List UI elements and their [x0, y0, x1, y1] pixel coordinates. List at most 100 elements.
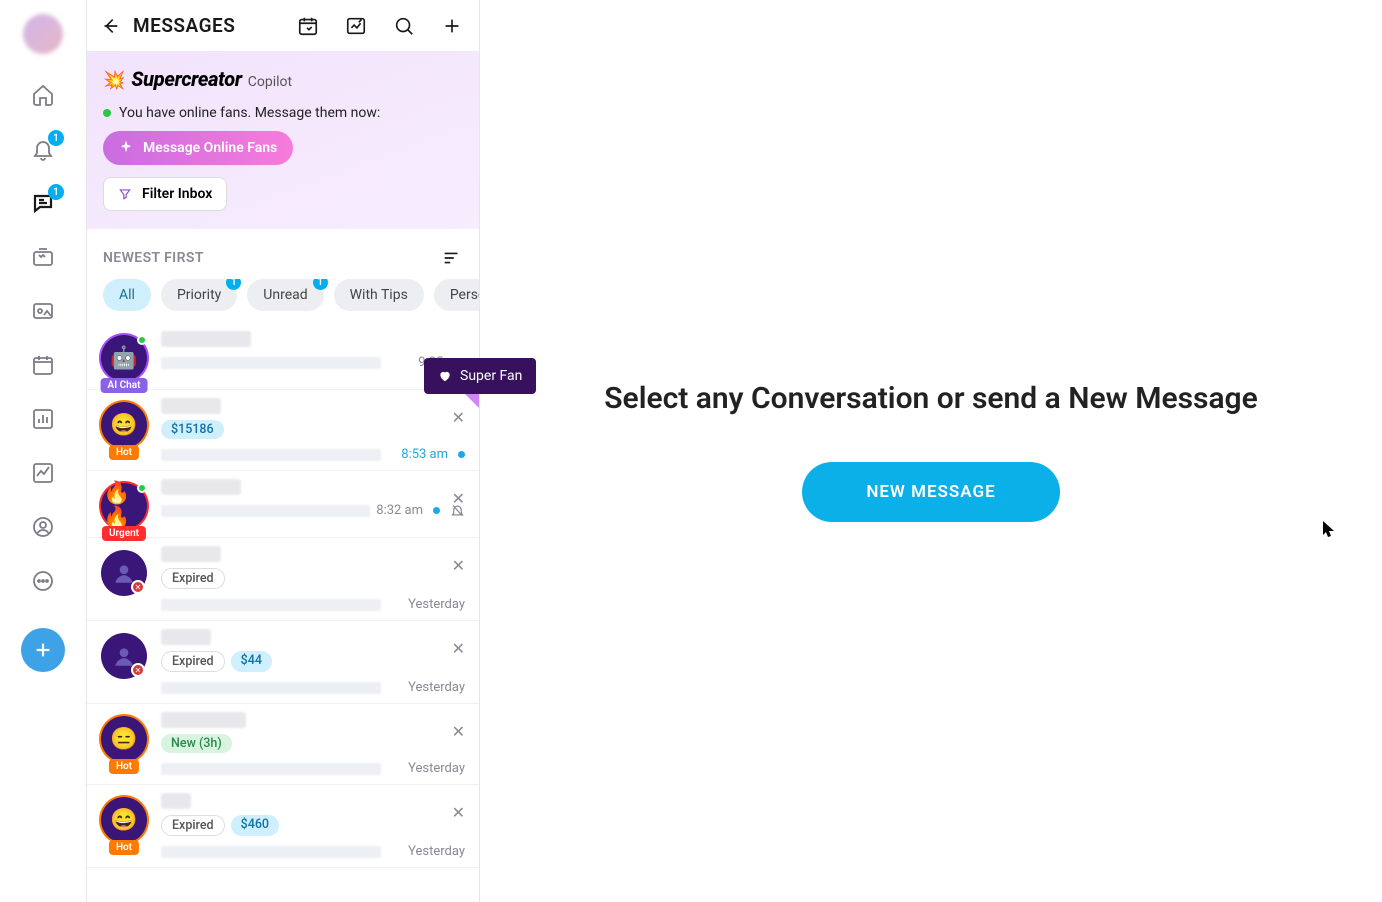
- sort-label: NEWEST FIRST: [103, 250, 204, 266]
- message-preview: [161, 846, 381, 858]
- user-avatar[interactable]: [23, 14, 63, 54]
- new-post-button[interactable]: [21, 628, 65, 672]
- stats-icon[interactable]: [30, 406, 56, 432]
- pill-all[interactable]: All: [103, 279, 151, 311]
- sort-icon[interactable]: [441, 247, 463, 269]
- filter-inbox-label: Filter Inbox: [142, 186, 212, 202]
- filter-inbox-button[interactable]: Filter Inbox: [103, 177, 227, 211]
- dismiss-icon[interactable]: ✕: [452, 803, 465, 822]
- profile-icon[interactable]: [30, 514, 56, 540]
- conversation-time: 8:53 am: [401, 447, 448, 462]
- avatar-status-label: Hot: [109, 759, 139, 774]
- message-preview: [161, 599, 381, 611]
- message-preview: [161, 449, 381, 461]
- conversation-avatar: 🤖AI Chat: [101, 335, 147, 381]
- schedule-icon[interactable]: [297, 15, 319, 37]
- main-content: Select any Conversation or send a New Me…: [480, 0, 1382, 902]
- calendar-icon[interactable]: [30, 352, 56, 378]
- pill-unread[interactable]: Unread 1: [247, 279, 323, 311]
- page-title: MESSAGES: [133, 14, 235, 37]
- chip: New (3h): [161, 734, 232, 753]
- search-icon[interactable]: [393, 15, 415, 37]
- media-icon[interactable]: [345, 15, 367, 37]
- chip: $15186: [161, 420, 224, 439]
- conversation-row[interactable]: ✕Expired$44Yesterday✕: [87, 621, 479, 704]
- conversation-name: [161, 479, 241, 495]
- pill-with-tips[interactable]: With Tips: [334, 279, 424, 311]
- message-online-fans-label: Message Online Fans: [143, 140, 277, 156]
- message-preview: [161, 763, 381, 775]
- conversation-row[interactable]: 😑Hot New (3h) Yesterday ✕: [87, 704, 479, 785]
- filter-pills: All Priority 1 Unread 1 With Tips Person…: [87, 279, 479, 323]
- dismiss-icon[interactable]: ✕: [452, 489, 465, 508]
- conversation-row[interactable]: 😄HotExpired$460Yesterday✕: [87, 785, 479, 868]
- conversation-avatar: 😄Hot: [101, 797, 147, 843]
- conversation-row[interactable]: 😄Hot$151868:53 am✕: [87, 390, 479, 471]
- brand-subtitle: Copilot: [248, 74, 292, 90]
- new-message-button[interactable]: NEW MESSAGE: [802, 462, 1059, 522]
- left-nav-rail: 1 1: [0, 0, 86, 902]
- conversation-time: Yesterday: [408, 761, 465, 776]
- message-online-fans-button[interactable]: Message Online Fans: [103, 131, 293, 165]
- conversation-name: [161, 793, 191, 809]
- avatar-status-label: Hot: [109, 445, 139, 460]
- conversation-row[interactable]: 🤖AI Chat9:05 am: [87, 323, 479, 390]
- priority-badge: 1: [226, 279, 241, 290]
- message-preview: [161, 505, 370, 517]
- dismiss-icon[interactable]: ✕: [452, 639, 465, 658]
- conversation-name: [161, 546, 221, 562]
- conversation-time: Yesterday: [408, 680, 465, 695]
- messages-icon[interactable]: 1: [30, 190, 56, 216]
- conversation-name: [161, 629, 211, 645]
- conversation-time: Yesterday: [408, 844, 465, 859]
- dismiss-icon[interactable]: ✕: [452, 556, 465, 575]
- chip: Expired: [161, 568, 225, 589]
- messages-badge: 1: [48, 184, 64, 200]
- dismiss-icon[interactable]: ✕: [452, 408, 465, 427]
- online-dot-icon: [103, 109, 111, 117]
- unread-dot-icon: [458, 451, 465, 458]
- compose-icon[interactable]: [441, 15, 463, 37]
- messages-header: MESSAGES: [87, 0, 479, 51]
- collections-icon[interactable]: [30, 244, 56, 270]
- online-fans-text: You have online fans. Message them now:: [119, 105, 380, 121]
- back-icon[interactable]: [99, 15, 121, 37]
- conversation-time: 8:32 am: [376, 503, 423, 518]
- dismiss-icon[interactable]: ✕: [452, 722, 465, 741]
- empty-state-title: Select any Conversation or send a New Me…: [604, 381, 1258, 416]
- vault-icon[interactable]: [30, 298, 56, 324]
- conversation-row[interactable]: ✕ Expired Yesterday ✕: [87, 538, 479, 621]
- conversation-row[interactable]: 🔥🔥Urgent 8:32 am ✕: [87, 471, 479, 538]
- conversation-avatar: 😑Hot: [101, 716, 147, 762]
- messages-panel: MESSAGES 💥 Supercreator Copilot You have…: [86, 0, 480, 902]
- conversation-time: Yesterday: [408, 597, 465, 612]
- brand-name: Supercreator: [131, 67, 241, 91]
- conversation-name: [161, 331, 251, 347]
- online-fans-notice: You have online fans. Message them now:: [103, 105, 463, 121]
- cursor-icon: [1322, 520, 1336, 538]
- chip: $44: [231, 651, 272, 672]
- home-icon[interactable]: [30, 82, 56, 108]
- conversation-name: [161, 398, 221, 414]
- pill-personalized[interactable]: Personalized: [434, 279, 479, 311]
- online-indicator-icon: [137, 483, 147, 493]
- avatar-status-label: Hot: [109, 840, 139, 855]
- notifications-icon[interactable]: 1: [30, 136, 56, 162]
- sort-row: NEWEST FIRST: [87, 229, 479, 279]
- conversation-avatar: 🔥🔥Urgent: [101, 483, 147, 529]
- more-icon[interactable]: [30, 568, 56, 594]
- copilot-brand: 💥 Supercreator Copilot: [103, 67, 463, 91]
- online-indicator-icon: [137, 335, 147, 345]
- message-preview: [161, 357, 381, 369]
- expired-badge-icon: ✕: [131, 580, 145, 594]
- unread-dot-icon: [433, 507, 440, 514]
- superfan-label: Super Fan: [460, 368, 522, 384]
- unread-badge: 1: [313, 279, 328, 290]
- insights-icon[interactable]: [30, 460, 56, 486]
- conversation-name: [161, 712, 246, 728]
- expired-badge-icon: ✕: [131, 663, 145, 677]
- copilot-panel: 💥 Supercreator Copilot You have online f…: [87, 51, 479, 229]
- conversation-list[interactable]: 🤖AI Chat9:05 am😄Hot$151868:53 am✕🔥🔥Urgen…: [87, 323, 479, 902]
- conversation-avatar: ✕: [101, 633, 147, 679]
- pill-priority[interactable]: Priority 1: [161, 279, 237, 311]
